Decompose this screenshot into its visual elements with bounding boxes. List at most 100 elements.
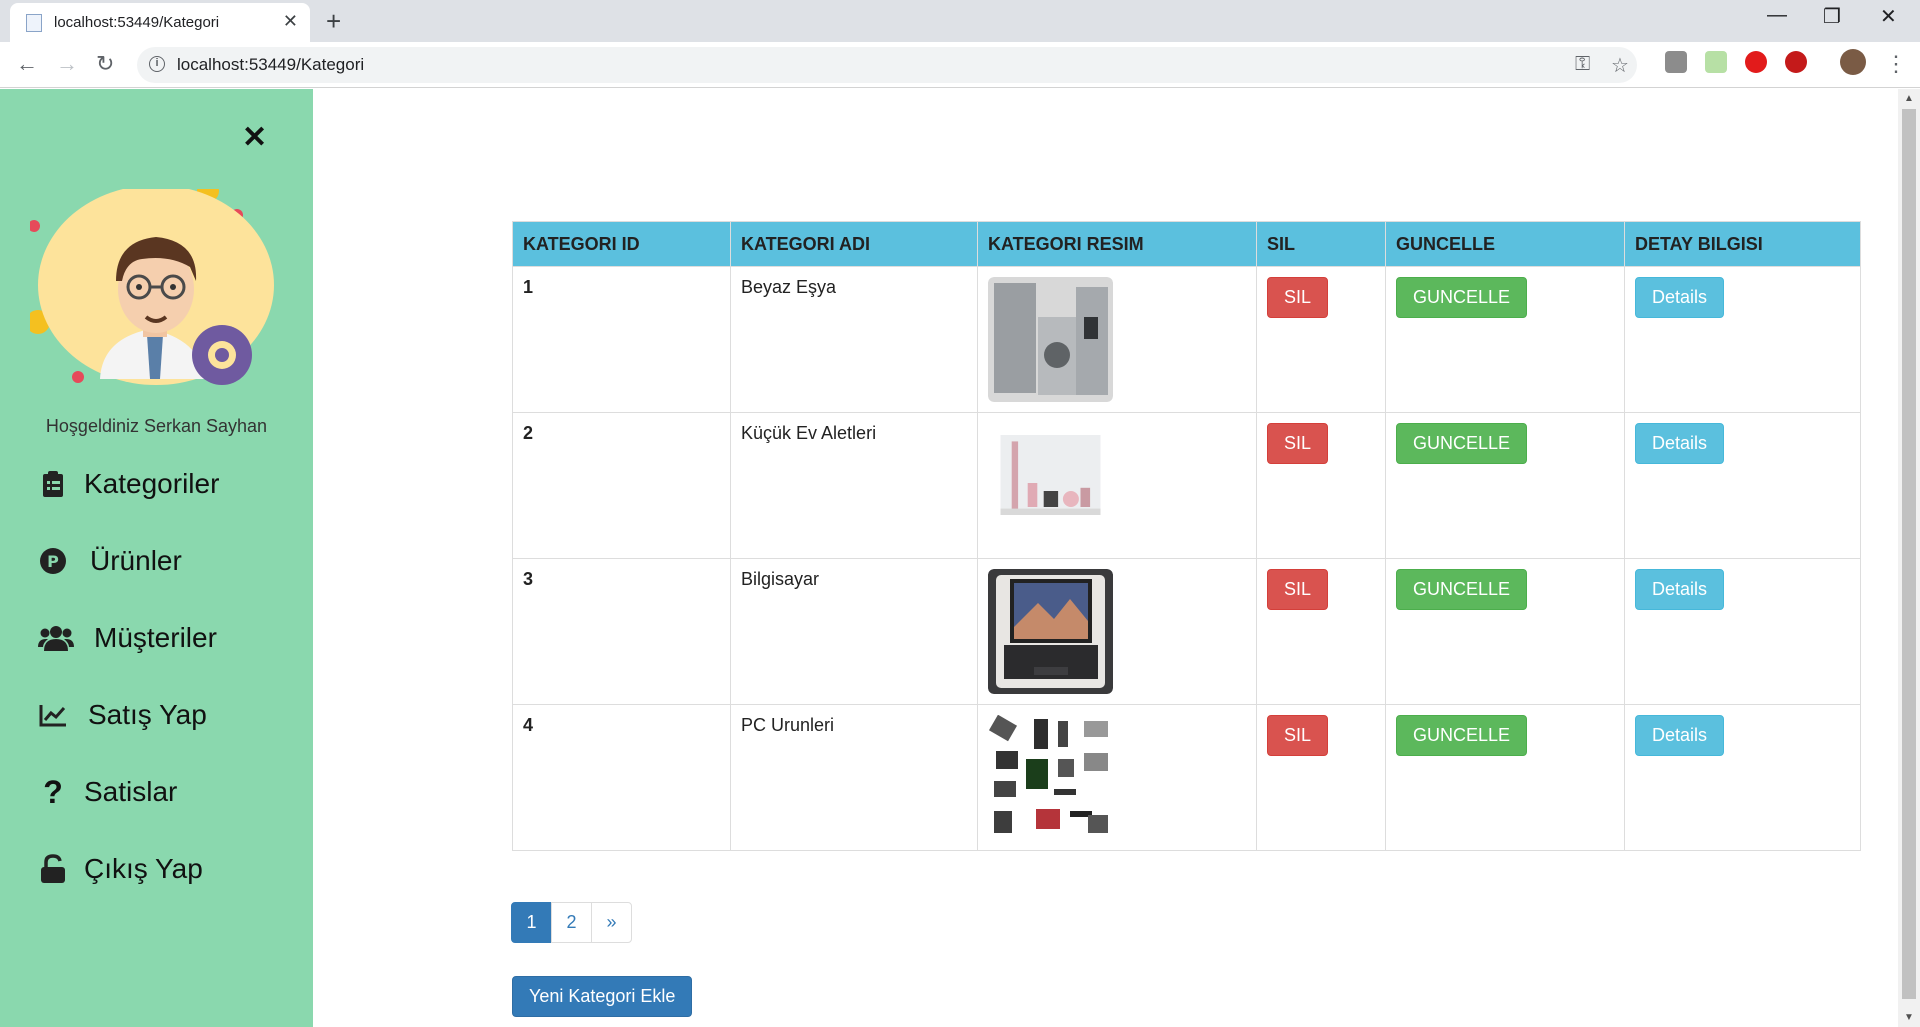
update-cell: GUNCELLE bbox=[1385, 412, 1625, 559]
category-id: 2 bbox=[512, 412, 731, 559]
tab-close-icon[interactable]: ✕ bbox=[283, 11, 298, 32]
column-header: KATEGORI ID bbox=[512, 221, 731, 267]
category-image-cell bbox=[977, 266, 1257, 413]
tab-title: localhost:53449/Kategori bbox=[54, 14, 220, 31]
category-image-cell bbox=[977, 704, 1257, 851]
page-link-2[interactable]: 2 bbox=[551, 902, 592, 943]
bookmark-star-icon[interactable]: ☆ bbox=[1611, 53, 1629, 78]
delete-button[interactable]: SIL bbox=[1267, 569, 1329, 610]
update-button[interactable]: GUNCELLE bbox=[1396, 423, 1528, 464]
sidebar-item-satis-yap[interactable]: Satış Yap bbox=[38, 693, 207, 737]
category-id: 1 bbox=[512, 266, 731, 413]
category-image-cell bbox=[977, 412, 1257, 559]
update-button[interactable]: GUNCELLE bbox=[1396, 715, 1528, 756]
update-button[interactable]: GUNCELLE bbox=[1396, 277, 1528, 318]
back-icon[interactable]: ← bbox=[16, 51, 38, 77]
clipboard-list-icon bbox=[38, 470, 68, 498]
column-header: KATEGORI ADI bbox=[730, 221, 978, 267]
sidebar-item-urunler[interactable]: P Ürünler bbox=[38, 539, 182, 583]
new-tab-icon[interactable]: + bbox=[326, 6, 341, 37]
browser-tab-bar: localhost:53449/Kategori ✕ + — ❐ ✕ bbox=[0, 0, 1920, 42]
unlock-icon bbox=[38, 854, 68, 884]
update-cell: GUNCELLE bbox=[1385, 704, 1625, 851]
adblock-extension-icon[interactable] bbox=[1745, 51, 1767, 73]
delete-cell: SIL bbox=[1256, 558, 1386, 705]
next-page-link[interactable]: » bbox=[591, 902, 632, 943]
close-sidebar-icon[interactable]: ✕ bbox=[242, 120, 267, 155]
update-cell: GUNCELLE bbox=[1385, 558, 1625, 705]
page-favicon-icon bbox=[26, 14, 42, 32]
page-link-1[interactable]: 1 bbox=[511, 902, 552, 943]
profile-avatar[interactable] bbox=[1840, 49, 1866, 75]
update-button[interactable]: GUNCELLE bbox=[1396, 569, 1528, 610]
sidebar-item-label: Kategoriler bbox=[84, 468, 220, 499]
column-header: GUNCELLE bbox=[1385, 221, 1625, 267]
add-category-button[interactable]: Yeni Kategori Ekle bbox=[512, 976, 693, 1017]
product-p-icon: P bbox=[38, 547, 68, 575]
table-row: 2 Küçük Ev Aletleri SIL GUNCELLE Details bbox=[512, 412, 1861, 559]
details-button[interactable]: Details bbox=[1635, 277, 1725, 318]
key-icon[interactable]: ⚿ bbox=[1575, 53, 1590, 76]
facebook-extension-icon[interactable] bbox=[1665, 51, 1687, 73]
category-image-cell bbox=[977, 558, 1257, 705]
scrollbar-thumb[interactable] bbox=[1902, 109, 1916, 999]
details-button[interactable]: Details bbox=[1635, 715, 1725, 756]
details-cell: Details bbox=[1624, 704, 1861, 851]
details-cell: Details bbox=[1624, 412, 1861, 559]
column-header: KATEGORI RESIM bbox=[977, 221, 1257, 267]
update-cell: GUNCELLE bbox=[1385, 266, 1625, 413]
details-cell: Details bbox=[1624, 266, 1861, 413]
pc-parts-image bbox=[988, 715, 1113, 840]
minimize-icon[interactable]: — bbox=[1767, 4, 1787, 27]
category-table: KATEGORI ID KATEGORI ADI KATEGORI RESIM … bbox=[512, 221, 1861, 851]
delete-button[interactable]: SIL bbox=[1267, 277, 1329, 318]
sidebar-item-label: Müşteriler bbox=[94, 622, 217, 653]
column-header: DETAY BILGISI bbox=[1624, 221, 1861, 267]
sidebar: ✕ Hoşgeldiniz Serkan Sayhan Kategoriler … bbox=[0, 89, 313, 1027]
category-name: Beyaz Eşya bbox=[730, 266, 978, 413]
table-header-row: KATEGORI ID KATEGORI ADI KATEGORI RESIM … bbox=[512, 221, 1861, 267]
details-button[interactable]: Details bbox=[1635, 569, 1725, 610]
user-avatar bbox=[30, 189, 274, 385]
category-id: 3 bbox=[512, 558, 731, 705]
t-extension-icon[interactable] bbox=[1785, 51, 1807, 73]
sidebar-item-cikis-yap[interactable]: Çıkış Yap bbox=[38, 847, 203, 891]
category-id: 4 bbox=[512, 704, 731, 851]
scroll-down-icon[interactable]: ▼ bbox=[1904, 1012, 1914, 1023]
sidebar-item-kategoriler[interactable]: Kategoriler bbox=[38, 462, 219, 506]
delete-button[interactable]: SIL bbox=[1267, 423, 1329, 464]
question-icon: ? bbox=[43, 773, 63, 810]
eyedropper-extension-icon[interactable] bbox=[1705, 51, 1727, 73]
details-cell: Details bbox=[1624, 558, 1861, 705]
address-bar[interactable]: i localhost:53449/Kategori ⚿ ☆ bbox=[137, 47, 1637, 83]
restore-icon[interactable]: ❐ bbox=[1823, 4, 1841, 29]
sidebar-item-satislar[interactable]: ? Satislar bbox=[38, 770, 177, 814]
sidebar-item-label: Çıkış Yap bbox=[84, 853, 203, 884]
welcome-text: Hoşgeldiniz Serkan Sayhan bbox=[45, 416, 268, 436]
category-name: Bilgisayar bbox=[730, 558, 978, 705]
delete-button[interactable]: SIL bbox=[1267, 715, 1329, 756]
browser-tab[interactable]: localhost:53449/Kategori ✕ bbox=[10, 3, 310, 42]
svg-text:P: P bbox=[47, 552, 59, 571]
site-info-icon[interactable]: i bbox=[149, 56, 165, 72]
sidebar-item-musteriler[interactable]: Müşteriler bbox=[38, 616, 217, 660]
details-button[interactable]: Details bbox=[1635, 423, 1725, 464]
window-close-icon[interactable]: ✕ bbox=[1880, 4, 1897, 29]
browser-menu-icon[interactable]: ⋮ bbox=[1885, 51, 1907, 77]
browser-toolbar: ← → ↻ i localhost:53449/Kategori ⚿ ☆ ⋮ bbox=[0, 42, 1920, 88]
table-row: 3 Bilgisayar SIL GUNCELLE Details bbox=[512, 558, 1861, 705]
forward-icon[interactable]: → bbox=[56, 51, 78, 77]
small-appliances-image bbox=[1000, 435, 1101, 515]
sidebar-item-label: Satislar bbox=[84, 776, 178, 807]
reload-icon[interactable]: ↻ bbox=[96, 51, 114, 77]
laptop-image bbox=[988, 569, 1113, 694]
url-text[interactable]: localhost:53449/Kategori bbox=[177, 55, 364, 75]
white-goods-image bbox=[988, 277, 1113, 402]
chart-line-icon bbox=[38, 703, 68, 727]
delete-cell: SIL bbox=[1256, 704, 1386, 851]
page-scrollbar[interactable]: ▲ ▼ bbox=[1898, 89, 1920, 1027]
sidebar-item-label: Satış Yap bbox=[88, 699, 207, 730]
table-row: 4 PC Urunleri SIL GUNCELLE Details bbox=[512, 704, 1861, 851]
scroll-up-icon[interactable]: ▲ bbox=[1904, 93, 1914, 104]
delete-cell: SIL bbox=[1256, 412, 1386, 559]
